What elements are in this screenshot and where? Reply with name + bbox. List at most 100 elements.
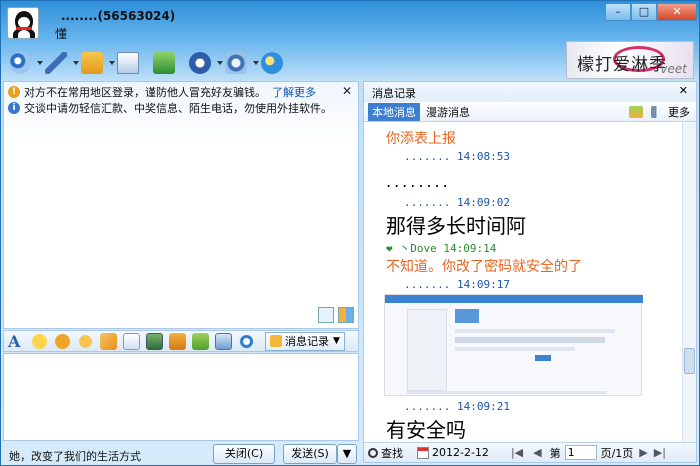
handwriting-icon[interactable] xyxy=(123,332,140,350)
remote-assist-button[interactable] xyxy=(153,50,179,76)
tab-roaming-messages[interactable]: 漫游消息 xyxy=(420,103,476,121)
qq-chat-window: ........(56563024) 懂 – □ ✕ 檬打爱淋季 veet ! … xyxy=(0,0,700,466)
close-history-icon[interactable]: ✕ xyxy=(679,84,688,97)
contact-signature: 懂 xyxy=(55,27,68,41)
app-center-button[interactable] xyxy=(189,50,223,76)
screenshot-icon[interactable] xyxy=(318,307,334,323)
history-tabs: 本地消息 漫游消息 更多 xyxy=(364,102,696,122)
send-email-button[interactable] xyxy=(117,50,143,76)
next-page-icon[interactable]: ▶ xyxy=(639,446,647,459)
voice-call-icon xyxy=(45,52,67,74)
contact-status-text: 她，改变了我们的生活方式 xyxy=(9,450,141,463)
speaker-icon[interactable] xyxy=(651,106,665,118)
format-toolbar: A 消息记录 ▼ xyxy=(3,330,359,352)
emoji-icon[interactable] xyxy=(31,332,48,350)
ad-subtext: veet xyxy=(660,62,687,76)
info-icon: i xyxy=(8,102,20,114)
history-log: 你添表上报 ....... 14:08:53 ........ ....... … xyxy=(364,122,682,442)
chat-left-pane: ! 对方不在常用地区登录，谨防他人冒充好友骗钱。 了解更多 ✕ i 交谈中请勿轻… xyxy=(3,81,359,464)
send-image-icon[interactable] xyxy=(146,332,163,350)
export-icon[interactable] xyxy=(629,106,643,118)
chevron-down-icon: ▼ xyxy=(333,336,340,346)
history-pane: 消息记录 ✕ 本地消息 漫游消息 更多 你添表上报 ....... 14:08:… xyxy=(363,81,697,463)
page-suffix: 页/1页 xyxy=(600,446,634,460)
tab-local-messages[interactable]: 本地消息 xyxy=(368,102,420,121)
history-message: 你添表上报 xyxy=(386,131,456,147)
doodle-icon[interactable] xyxy=(100,332,117,350)
contact-avatar[interactable] xyxy=(7,7,39,39)
message-log-label: 消息记录 xyxy=(285,335,329,348)
close-chat-button[interactable]: 关闭(C) xyxy=(213,444,275,464)
history-title: 消息记录 xyxy=(372,87,416,100)
warning-notice-text: 对方不在常用地区登录，谨防他人冒充好友骗钱。 xyxy=(24,86,266,99)
gift-icon[interactable] xyxy=(192,332,209,350)
send-options-button[interactable]: ▼ xyxy=(337,444,357,464)
message-log-button[interactable]: 消息记录 ▼ xyxy=(265,331,345,351)
page-prefix: 第 xyxy=(549,446,561,460)
history-message: ........ xyxy=(386,172,451,191)
app-center-icon xyxy=(189,52,211,74)
chat-toolbar xyxy=(9,47,297,79)
settings-button[interactable] xyxy=(225,50,259,76)
send-email-icon xyxy=(117,52,139,74)
skin-icon[interactable] xyxy=(338,307,354,323)
video-call-button[interactable] xyxy=(9,50,43,76)
ad-banner[interactable]: 檬打爱淋季 veet xyxy=(566,41,694,79)
history-stamp: ....... 14:09:02 xyxy=(404,196,510,209)
page-input[interactable]: 1 xyxy=(564,445,597,460)
safety-notice: i 交谈中请勿轻信汇款、中奖信息、陌生电话，勿使用外挂软件。 xyxy=(8,100,332,116)
message-display-area: ! 对方不在常用地区登录，谨防他人冒充好友骗钱。 了解更多 ✕ i 交谈中请勿轻… xyxy=(3,81,359,329)
screen-capture-icon[interactable] xyxy=(215,332,232,350)
magic-emoji-icon[interactable] xyxy=(54,332,71,350)
close-notice-icon[interactable]: ✕ xyxy=(342,84,352,98)
history-scrollbar[interactable] xyxy=(682,122,696,442)
search-button[interactable]: 查找 xyxy=(381,445,403,461)
settings-icon xyxy=(225,52,247,74)
search-icon[interactable] xyxy=(368,447,378,458)
last-page-icon[interactable]: ▶| xyxy=(654,446,666,459)
voice-call-button[interactable] xyxy=(45,50,79,76)
shake-icon[interactable] xyxy=(77,332,94,350)
minimize-button[interactable]: – xyxy=(605,3,631,21)
qq-app-button[interactable] xyxy=(261,50,287,76)
safety-notice-text: 交谈中请勿轻信汇款、中奖信息、陌生电话，勿使用外挂软件。 xyxy=(24,102,332,115)
history-stamp: ....... 14:09:21 xyxy=(404,400,510,413)
history-tools: 更多 xyxy=(621,104,690,120)
history-sender-stamp: ❤ 丶Dove 14:09:14 xyxy=(386,242,497,255)
history-message: 有安全吗 xyxy=(386,418,466,442)
music-icon[interactable] xyxy=(169,332,186,350)
more-button[interactable]: 更多 xyxy=(668,104,690,120)
window-controls: – □ ✕ xyxy=(605,3,697,21)
shared-screenshot-image[interactable] xyxy=(384,294,643,396)
history-stamp: ....... 14:08:53 xyxy=(404,150,510,163)
font-button[interactable]: A xyxy=(8,333,25,350)
file-transfer-button[interactable] xyxy=(81,50,115,76)
ad-text: 檬打爱淋季 xyxy=(577,55,667,75)
history-header: 消息记录 ✕ xyxy=(364,82,696,102)
display-tools xyxy=(314,307,354,323)
warning-notice: ! 对方不在常用地区登录，谨防他人冒充好友骗钱。 了解更多 xyxy=(8,84,316,100)
close-window-button[interactable]: ✕ xyxy=(657,3,697,21)
contact-nickname[interactable]: ........(56563024) xyxy=(61,9,175,23)
refresh-icon[interactable] xyxy=(238,332,255,350)
file-transfer-icon xyxy=(81,52,103,74)
first-page-icon[interactable]: |◀ xyxy=(511,446,523,459)
send-button[interactable]: 发送(S) xyxy=(283,444,337,464)
prev-page-icon[interactable]: ◀ xyxy=(533,446,541,459)
video-call-icon xyxy=(9,52,31,74)
scrollbar-thumb[interactable] xyxy=(684,348,695,374)
warning-icon: ! xyxy=(8,86,20,98)
remote-assist-icon xyxy=(153,52,175,74)
qq-app-icon xyxy=(261,52,283,74)
calendar-icon[interactable] xyxy=(417,446,429,459)
history-message: 不知道。你改了密码就安全的了 xyxy=(386,259,582,275)
history-footer: 查找 2012-2-12 |◀ ◀ 第 1 页/1页 ▶ ▶| xyxy=(364,442,696,462)
maximize-button[interactable]: □ xyxy=(631,3,657,21)
message-input[interactable] xyxy=(3,353,359,441)
title-bar[interactable]: ........(56563024) 懂 – □ ✕ xyxy=(1,1,700,45)
message-log-icon xyxy=(270,335,282,347)
history-message: 那得多长时间阿 xyxy=(386,214,526,238)
date-selector[interactable]: 2012-2-12 xyxy=(432,446,489,459)
learn-more-link[interactable]: 了解更多 xyxy=(272,84,316,100)
history-stamp: ....... 14:09:17 xyxy=(404,278,510,291)
